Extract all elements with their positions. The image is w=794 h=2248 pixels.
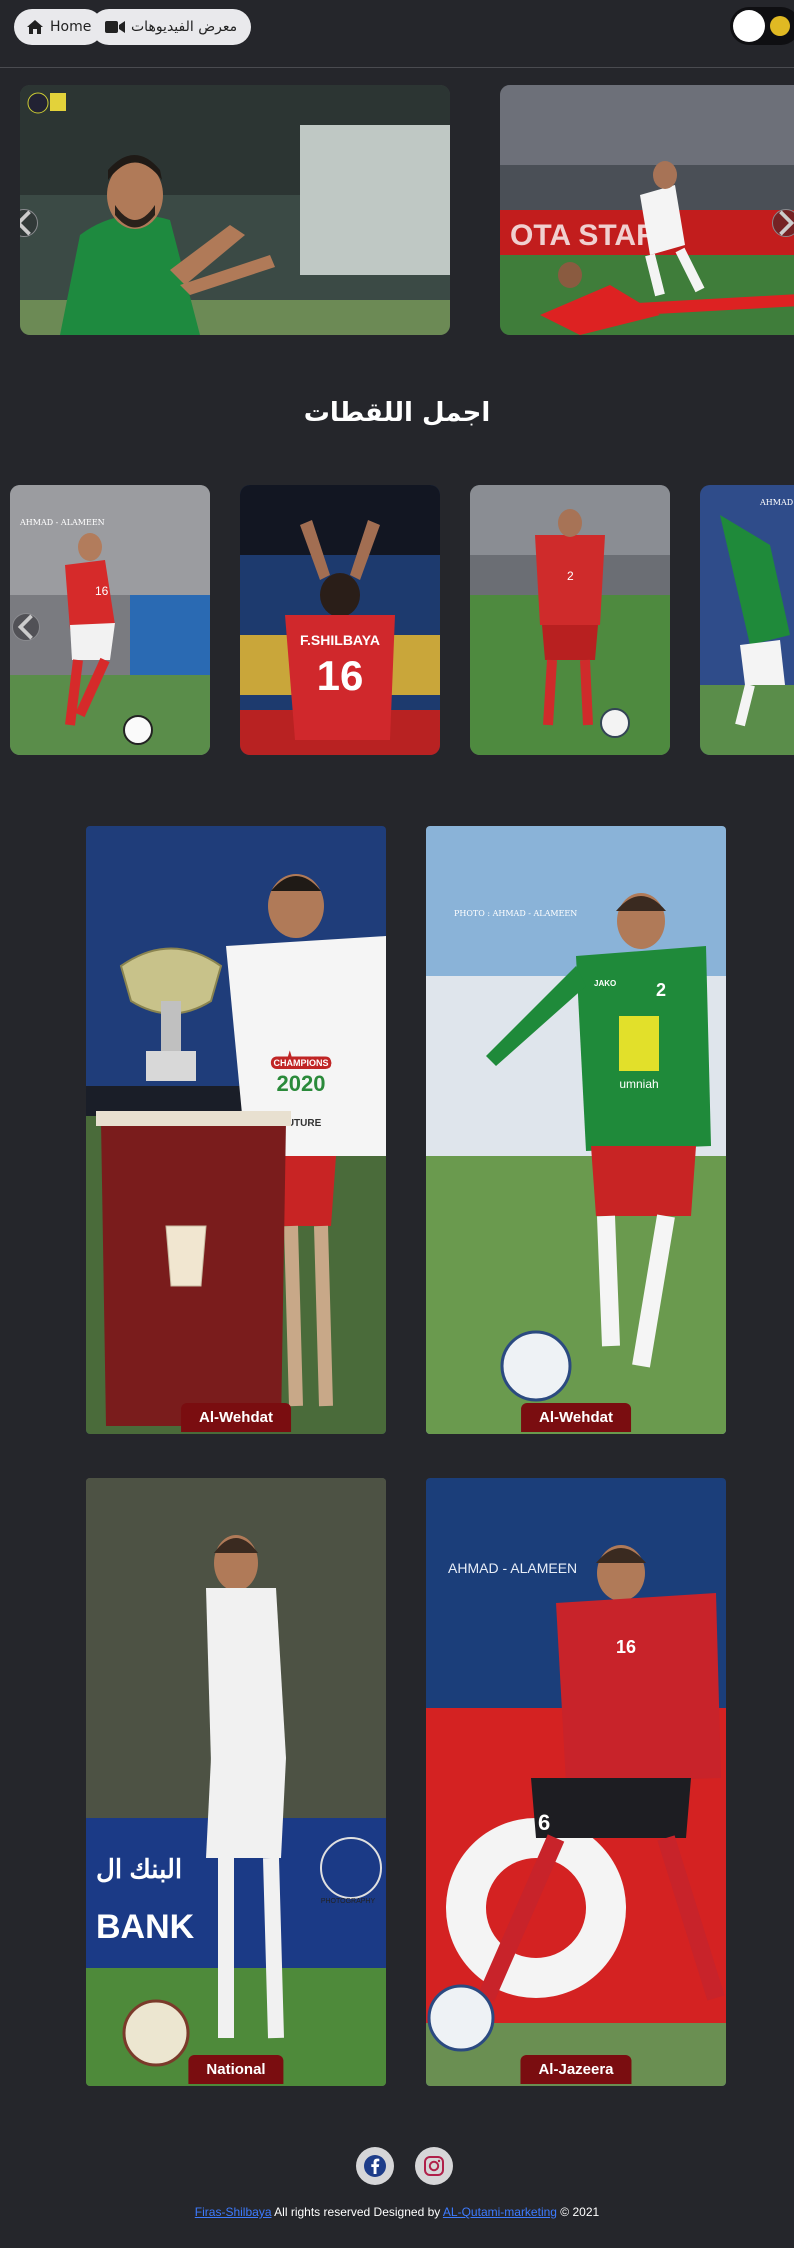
owner-link[interactable]: Firas-Shilbaya xyxy=(195,2205,272,2219)
team-4-number: 16 xyxy=(616,1637,636,1657)
team-3-board-ar: البنك ال xyxy=(96,1854,182,1884)
home-button[interactable]: Home xyxy=(14,9,104,45)
team-3-photographer: PHOTOGRAPHY xyxy=(321,1898,376,1905)
team-3-board-en: BANK xyxy=(96,1908,195,1946)
team-card[interactable]: CHAMPIONS 2020 FUTURE Al-Wehdat xyxy=(86,826,386,1434)
highlight-image-2: F.SHILBAYA 16 xyxy=(240,485,440,755)
highlight-4-watermark: AHMAD - ALAMEEN xyxy=(759,498,794,507)
home-icon xyxy=(27,20,43,34)
highlight-2-number: 16 xyxy=(317,652,364,699)
highlight-2-name: F.SHILBAYA xyxy=(300,632,380,648)
top-navbar: Home معرض الفيديوهات xyxy=(0,0,794,68)
highlight-image-1: AHMAD - ALAMEEN 16 xyxy=(10,485,210,755)
facebook-link[interactable] xyxy=(356,2147,394,2185)
team-card[interactable]: البنك ال BANK PHOTOGRAPHY National xyxy=(86,1478,386,2086)
team-card[interactable]: AHMAD - ALAMEEN 16 6 Al-Jazeera xyxy=(426,1478,726,2086)
instagram-icon xyxy=(424,2156,444,2176)
team-image-3: البنك ال BANK PHOTOGRAPHY xyxy=(86,1478,386,2086)
video-camera-icon xyxy=(105,21,125,33)
slider-next-arrow[interactable] xyxy=(772,209,794,237)
team-2-sponsor: umniah xyxy=(619,1077,658,1091)
team-image-1: CHAMPIONS 2020 FUTURE xyxy=(86,826,386,1434)
video-gallery-button[interactable]: معرض الفيديوهات xyxy=(91,9,252,45)
team-1-trophy-text: CHAMPIONS xyxy=(273,1058,328,1068)
team-2-watermark: PHOTO : AHMAD - ALAMEEN xyxy=(454,909,577,918)
highlight-3-number: 2 xyxy=(567,569,574,583)
team-label: National xyxy=(188,2055,284,2084)
home-label: Home xyxy=(50,19,92,35)
footer-copyright: Firas-Shilbaya All rights reserved Desig… xyxy=(0,2205,794,2219)
player-clapping-image xyxy=(20,85,450,335)
top-slide-1[interactable] xyxy=(20,85,450,335)
team-label: Al-Wehdat xyxy=(521,1403,631,1432)
footer-text: All rights reserved Designed by xyxy=(271,2205,443,2219)
team-label: Al-Jazeera xyxy=(520,2055,632,2084)
highlight-1-watermark: AHMAD - ALAMEEN xyxy=(19,518,105,527)
team-image-2: PHOTO : AHMAD - ALAMEEN 2 JAKO umniah xyxy=(426,826,726,1434)
slider-prev-arrow[interactable] xyxy=(20,209,38,237)
highlight-card[interactable]: AHMAD - ALAMEEN xyxy=(700,485,794,755)
facebook-icon xyxy=(364,2155,386,2177)
chevron-left-icon xyxy=(20,210,31,236)
designer-link[interactable]: AL-Qutami-marketing xyxy=(443,2205,557,2219)
team-label: Al-Wehdat xyxy=(181,1403,291,1432)
top-slide-2[interactable]: OTA START xyxy=(500,85,794,335)
team-1-year: 2020 xyxy=(277,1071,326,1096)
highlights-prev-arrow[interactable] xyxy=(12,613,40,641)
highlight-1-number: 16 xyxy=(95,584,109,598)
highlights-title: اجمل اللقطات xyxy=(303,398,491,428)
chevron-left-icon xyxy=(17,614,33,640)
highlight-image-4: AHMAD - ALAMEEN xyxy=(700,485,794,755)
video-gallery-label: معرض الفيديوهات xyxy=(131,19,238,35)
team-2-number: 2 xyxy=(656,980,666,1000)
team-image-4: AHMAD - ALAMEEN 16 6 xyxy=(426,1478,726,2086)
player-match-image: OTA START xyxy=(500,85,794,335)
team-card[interactable]: PHOTO : AHMAD - ALAMEEN 2 JAKO umniah Al… xyxy=(426,826,726,1434)
chevron-right-icon xyxy=(779,210,794,236)
highlight-card[interactable]: AHMAD - ALAMEEN 16 xyxy=(10,485,210,755)
instagram-link[interactable] xyxy=(415,2147,453,2185)
moon-icon xyxy=(770,16,790,36)
team-4-watermark: AHMAD - ALAMEEN xyxy=(448,1560,577,1576)
team-4-shorts-number: 6 xyxy=(538,1810,550,1835)
footer-year: © 2021 xyxy=(556,2205,600,2219)
team-2-brand: JAKO xyxy=(594,979,616,988)
toggle-knob xyxy=(733,10,765,42)
highlight-image-3: 2 xyxy=(470,485,670,755)
theme-toggle[interactable] xyxy=(730,7,794,45)
highlight-card[interactable]: F.SHILBAYA 16 xyxy=(240,485,440,755)
highlight-card[interactable]: 2 xyxy=(470,485,670,755)
